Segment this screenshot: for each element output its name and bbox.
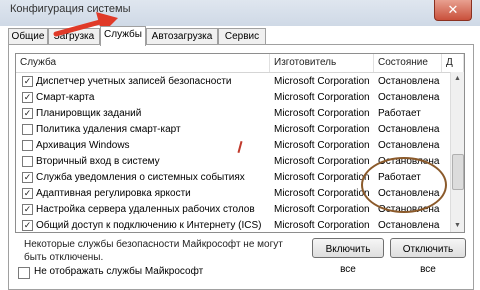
service-checkbox[interactable]: ✓ xyxy=(22,204,33,215)
service-name: Вторичный вход в систему xyxy=(36,156,160,167)
security-note: Некоторые службы безопасности Майкрософт… xyxy=(24,239,283,263)
service-name: Общий доступ к подключению к Интернету (… xyxy=(36,220,262,231)
service-state: Работает xyxy=(378,108,421,119)
service-state: Остановлена xyxy=(378,140,440,151)
service-state: Остановлена xyxy=(378,124,440,135)
service-name: Политика удаления смарт-карт xyxy=(36,124,181,135)
service-name: Настройка сервера удаленных рабочих стол… xyxy=(36,204,255,215)
service-maker: Microsoft Corporation xyxy=(274,220,370,231)
vertical-scrollbar[interactable]: ▲ ▼ xyxy=(450,72,464,232)
service-name: Диспетчер учетных записей безопасности xyxy=(36,76,232,87)
service-maker: Microsoft Corporation xyxy=(274,140,370,151)
service-maker: Microsoft Corporation xyxy=(274,172,370,183)
service-row[interactable]: Архивация Windows Microsoft Corporation … xyxy=(16,138,450,153)
service-row[interactable]: ✓ Диспетчер учетных записей безопасности… xyxy=(16,74,450,89)
tab-tools[interactable]: Сервис xyxy=(218,28,266,45)
close-button[interactable]: ✕ xyxy=(434,0,472,21)
service-row[interactable]: ✓ Смарт-карта Microsoft Corporation Оста… xyxy=(16,90,450,105)
scroll-thumb[interactable] xyxy=(452,154,464,190)
service-checkbox[interactable] xyxy=(22,140,33,151)
service-checkbox[interactable]: ✓ xyxy=(22,76,33,87)
enable-all-button[interactable]: Включить все xyxy=(312,238,384,275)
service-maker: Microsoft Corporation xyxy=(274,124,370,135)
service-checkbox[interactable] xyxy=(22,156,33,167)
annotation-circle xyxy=(361,157,447,213)
column-state[interactable]: Состояние xyxy=(374,54,442,72)
column-service[interactable]: Служба xyxy=(16,54,270,72)
service-maker: Microsoft Corporation xyxy=(274,108,370,119)
tab-general[interactable]: Общие xyxy=(8,28,48,45)
service-checkbox[interactable]: ✓ xyxy=(22,188,33,199)
service-state: Остановлена xyxy=(378,220,440,231)
service-state: Остановлена xyxy=(378,92,440,103)
hide-ms-label: Не отображать службы Майкрософт xyxy=(34,266,204,277)
hide-ms-checkbox[interactable] xyxy=(18,267,30,279)
service-checkbox[interactable] xyxy=(22,124,33,135)
service-row[interactable]: ✓ Общий доступ к подключению к Интернету… xyxy=(16,218,450,232)
service-checkbox[interactable]: ✓ xyxy=(22,92,33,103)
service-maker: Microsoft Corporation xyxy=(274,188,370,199)
service-name: Планировщик заданий xyxy=(36,108,142,119)
tab-services[interactable]: Службы xyxy=(100,26,146,46)
service-name: Смарт-карта xyxy=(36,92,95,103)
scroll-up-icon[interactable]: ▲ xyxy=(451,72,464,85)
service-name: Архивация Windows xyxy=(36,140,130,151)
list-header: Служба Изготовитель Состояние Д xyxy=(16,54,464,73)
service-maker: Microsoft Corporation xyxy=(274,156,370,167)
service-checkbox[interactable]: ✓ xyxy=(22,108,33,119)
service-checkbox[interactable]: ✓ xyxy=(22,172,33,183)
service-maker: Microsoft Corporation xyxy=(274,204,370,215)
service-checkbox[interactable]: ✓ xyxy=(22,220,33,231)
column-extra[interactable]: Д xyxy=(442,54,464,72)
service-row[interactable]: ✓ Планировщик заданий Microsoft Corporat… xyxy=(16,106,450,121)
scroll-down-icon[interactable]: ▼ xyxy=(451,219,464,232)
service-name: Служба уведомления о системных событиях xyxy=(36,172,245,183)
service-state: Остановлена xyxy=(378,76,440,87)
column-maker[interactable]: Изготовитель xyxy=(270,54,374,72)
disable-all-button[interactable]: Отключить все xyxy=(390,238,466,275)
service-name: Адаптивная регулировка яркости xyxy=(36,188,191,199)
service-maker: Microsoft Corporation xyxy=(274,92,370,103)
service-row[interactable]: Политика удаления смарт-карт Microsoft C… xyxy=(16,122,450,137)
service-maker: Microsoft Corporation xyxy=(274,76,370,87)
tab-startup[interactable]: Автозагрузка xyxy=(146,28,218,45)
